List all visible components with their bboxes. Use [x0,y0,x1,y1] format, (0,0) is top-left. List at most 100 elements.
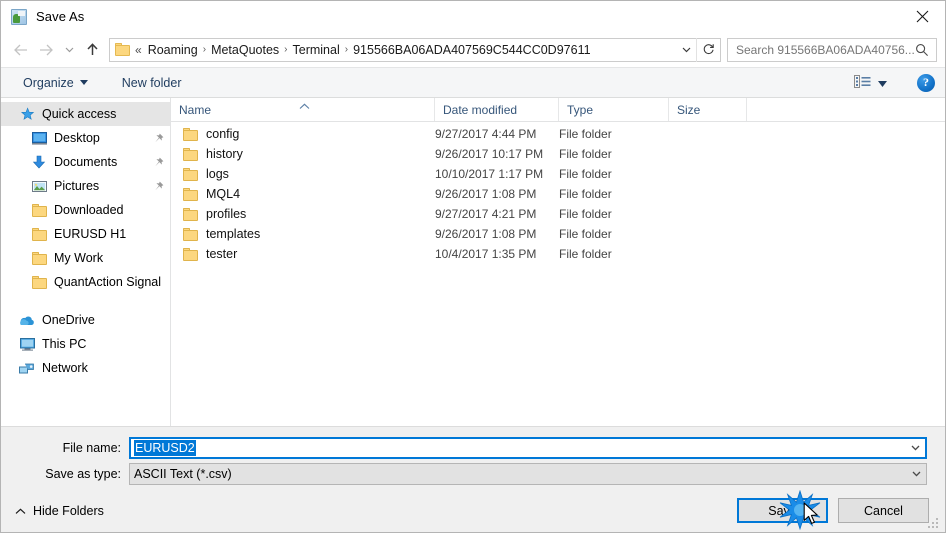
view-mode-button[interactable] [850,72,891,94]
sidebar-item-label: My Work [54,251,104,265]
sidebar-item-desktop[interactable]: Desktop [1,126,170,150]
cancel-button[interactable]: Cancel [838,498,929,523]
sidebar-item-label: Downloaded [54,203,124,217]
type-cell: File folder [559,167,612,181]
documents-icon [31,154,47,170]
sidebar-item-quantaction-signal[interactable]: QuantAction Signal [1,270,170,294]
file-name-label: config [206,127,240,141]
file-name-label: tester [206,247,238,261]
save-as-dialog: Save As « Roaming › MetaQuotes › Termina… [0,0,946,533]
breadcrumb-item-roaming[interactable]: Roaming [144,41,202,59]
sidebar-item-eurusd-h1[interactable]: EURUSD H1 [1,222,170,246]
table-row[interactable]: templates 9/26/2017 1:08 PM File folder [171,224,945,244]
table-row[interactable]: profiles 9/27/2017 4:21 PM File folder [171,204,945,224]
file-name-cell: tester [171,247,435,261]
save-as-icon [11,8,27,25]
column-label: Type [567,102,594,117]
navigation-pane: Quick access Desktop Documents Pictures … [1,98,171,426]
sidebar-item-pictures[interactable]: Pictures [1,174,170,198]
folder-icon [183,127,198,141]
help-button[interactable]: ? [917,73,935,92]
arrow-right-icon[interactable] [33,37,59,63]
pin-icon[interactable] [153,157,164,168]
sidebar-item-label: OneDrive [42,313,95,327]
pin-icon[interactable] [153,133,164,144]
date-modified-cell: 9/26/2017 1:08 PM [435,227,537,241]
save-as-type-row: Save as type: ASCII Text (*.csv) [1,463,927,485]
breadcrumb-item-metaquotes[interactable]: MetaQuotes [207,41,283,59]
search-input[interactable]: Search 915566BA06ADA40756... [727,37,937,62]
save-as-type-select[interactable]: ASCII Text (*.csv) [129,463,927,485]
file-name-label: MQL4 [206,187,241,201]
folder-icon [183,147,198,161]
folder-icon [31,202,47,218]
onedrive-icon [19,312,35,328]
sidebar-item-documents[interactable]: Documents [1,150,170,174]
sort-ascending-icon [299,99,310,113]
dialog-body: Quick access Desktop Documents Pictures … [1,98,945,426]
column-header-size[interactable]: Size [669,98,747,121]
save-button[interactable]: Save [737,498,828,523]
folder-icon [183,167,198,181]
navigation-bar: « Roaming › MetaQuotes › Terminal › 9155… [1,32,945,67]
folder-icon [31,250,47,266]
table-row[interactable]: tester 10/4/2017 1:35 PM File folder [171,244,945,264]
folder-icon [183,247,198,261]
dialog-footer: Hide Folders Save Cancel [1,489,945,532]
chevron-down-icon[interactable] [676,47,696,53]
recent-locations-icon[interactable] [59,37,79,63]
command-bar: Organize New folder ? [1,67,945,98]
save-as-type-value: ASCII Text (*.csv) [134,467,232,481]
close-icon[interactable] [899,1,945,31]
breadcrumb-item-current[interactable]: 915566BA06ADA407569C544CC0D97611 [349,41,594,59]
chevron-down-icon[interactable] [905,439,925,457]
folder-icon [183,187,198,201]
chevron-down-icon[interactable] [906,464,926,484]
file-name-cell: config [171,127,435,141]
table-row[interactable]: MQL4 9/26/2017 1:08 PM File folder [171,184,945,204]
new-folder-button[interactable]: New folder [116,73,188,93]
organize-button[interactable]: Organize [17,73,94,93]
column-label: Name [179,102,212,117]
breadcrumb-item-terminal[interactable]: Terminal [289,41,344,59]
type-cell: File folder [559,207,612,221]
file-list-pane: Name Date modified Type Size config 9/27… [171,98,945,426]
file-name-value: EURUSD2 [134,440,196,456]
save-as-type-label: Save as type: [45,467,121,481]
sidebar-item-quick-access[interactable]: Quick access [1,102,170,126]
table-row[interactable]: history 9/26/2017 10:17 PM File folder [171,144,945,164]
sidebar-item-network[interactable]: Network [1,356,170,380]
column-header-type[interactable]: Type [559,98,669,121]
file-name-cell: history [171,147,435,161]
sidebar-item-this-pc[interactable]: This PC [1,332,170,356]
column-label: Size [677,102,701,117]
sidebar-item-downloaded[interactable]: Downloaded [1,198,170,222]
title-bar: Save As [1,1,945,32]
folder-icon [183,207,198,221]
sidebar-item-my-work[interactable]: My Work [1,246,170,270]
file-name-input[interactable]: EURUSD2 [129,437,927,459]
date-modified-cell: 9/27/2017 4:44 PM [435,127,537,141]
column-header-date-modified[interactable]: Date modified [435,98,559,121]
breadcrumb: « Roaming › MetaQuotes › Terminal › 9155… [135,41,676,59]
arrow-up-icon[interactable] [79,37,105,63]
table-row[interactable]: logs 10/10/2017 1:17 PM File folder [171,164,945,184]
address-bar[interactable]: « Roaming › MetaQuotes › Terminal › 9155… [109,37,721,62]
pictures-icon [31,178,47,194]
pin-icon[interactable] [153,181,164,192]
column-header-name[interactable]: Name [171,98,435,121]
desktop-icon [31,130,47,146]
arrow-left-icon[interactable] [7,37,33,63]
network-icon [19,360,35,376]
type-cell: File folder [559,147,612,161]
breadcrumb-overflow[interactable]: « [135,43,144,57]
view-mode-icon [854,74,871,91]
sidebar-item-onedrive[interactable]: OneDrive [1,308,170,332]
refresh-icon[interactable] [696,37,720,62]
hide-folders-button[interactable]: Hide Folders [15,504,104,518]
hide-folders-label: Hide Folders [33,503,104,518]
table-row[interactable]: config 9/27/2017 4:44 PM File folder [171,124,945,144]
resize-grip-icon[interactable] [927,515,941,529]
type-cell: File folder [559,247,612,261]
column-header-filler [747,98,945,121]
